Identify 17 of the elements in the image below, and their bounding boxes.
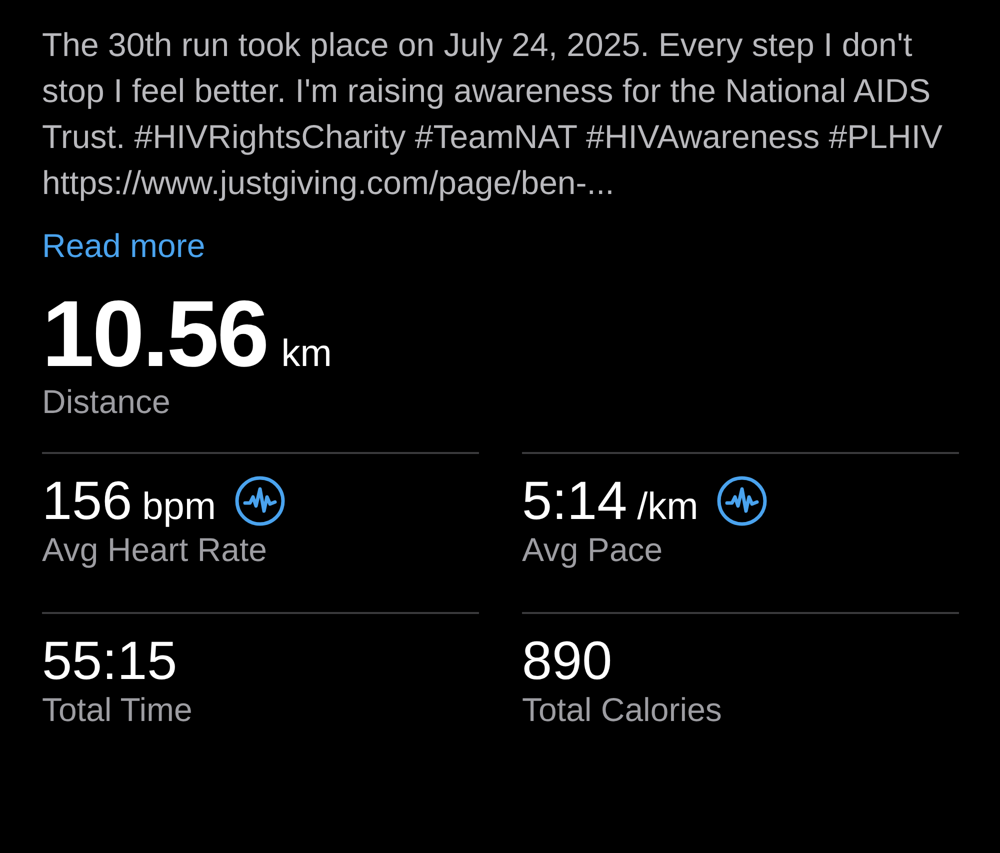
read-more-link[interactable]: Read more — [42, 226, 206, 266]
description-text: The 30th run took place on July 24, 2025. Every step I don't stop I feel better. I'm raising awareness for the National AIDS Trust. #HIVRightsCharity #TeamNAT #HIVAwareness #PLHIV https://www.justgiving.com/page/ben-... — [42, 25, 944, 203]
distance-value: 10.56 — [42, 286, 268, 382]
stat-value: 5:14 — [522, 472, 628, 530]
stat-value: 890 — [522, 632, 612, 690]
stat-label: Avg Pace — [522, 530, 664, 570]
stat-value: 55:15 — [42, 632, 178, 690]
stat-label: Total Time — [42, 690, 194, 730]
heart-rate-chart-icon[interactable] — [234, 475, 286, 527]
stat-label: Total Calories — [522, 690, 723, 730]
distance-unit: km — [281, 333, 332, 376]
stat-unit: /km — [637, 486, 698, 529]
heart-rate-chart-icon[interactable] — [716, 475, 768, 527]
stat-unit: bpm — [142, 486, 216, 529]
stat-label: Avg Heart Rate — [42, 530, 268, 570]
distance-label: Distance — [42, 382, 172, 422]
stat-value: 156 — [42, 472, 132, 530]
